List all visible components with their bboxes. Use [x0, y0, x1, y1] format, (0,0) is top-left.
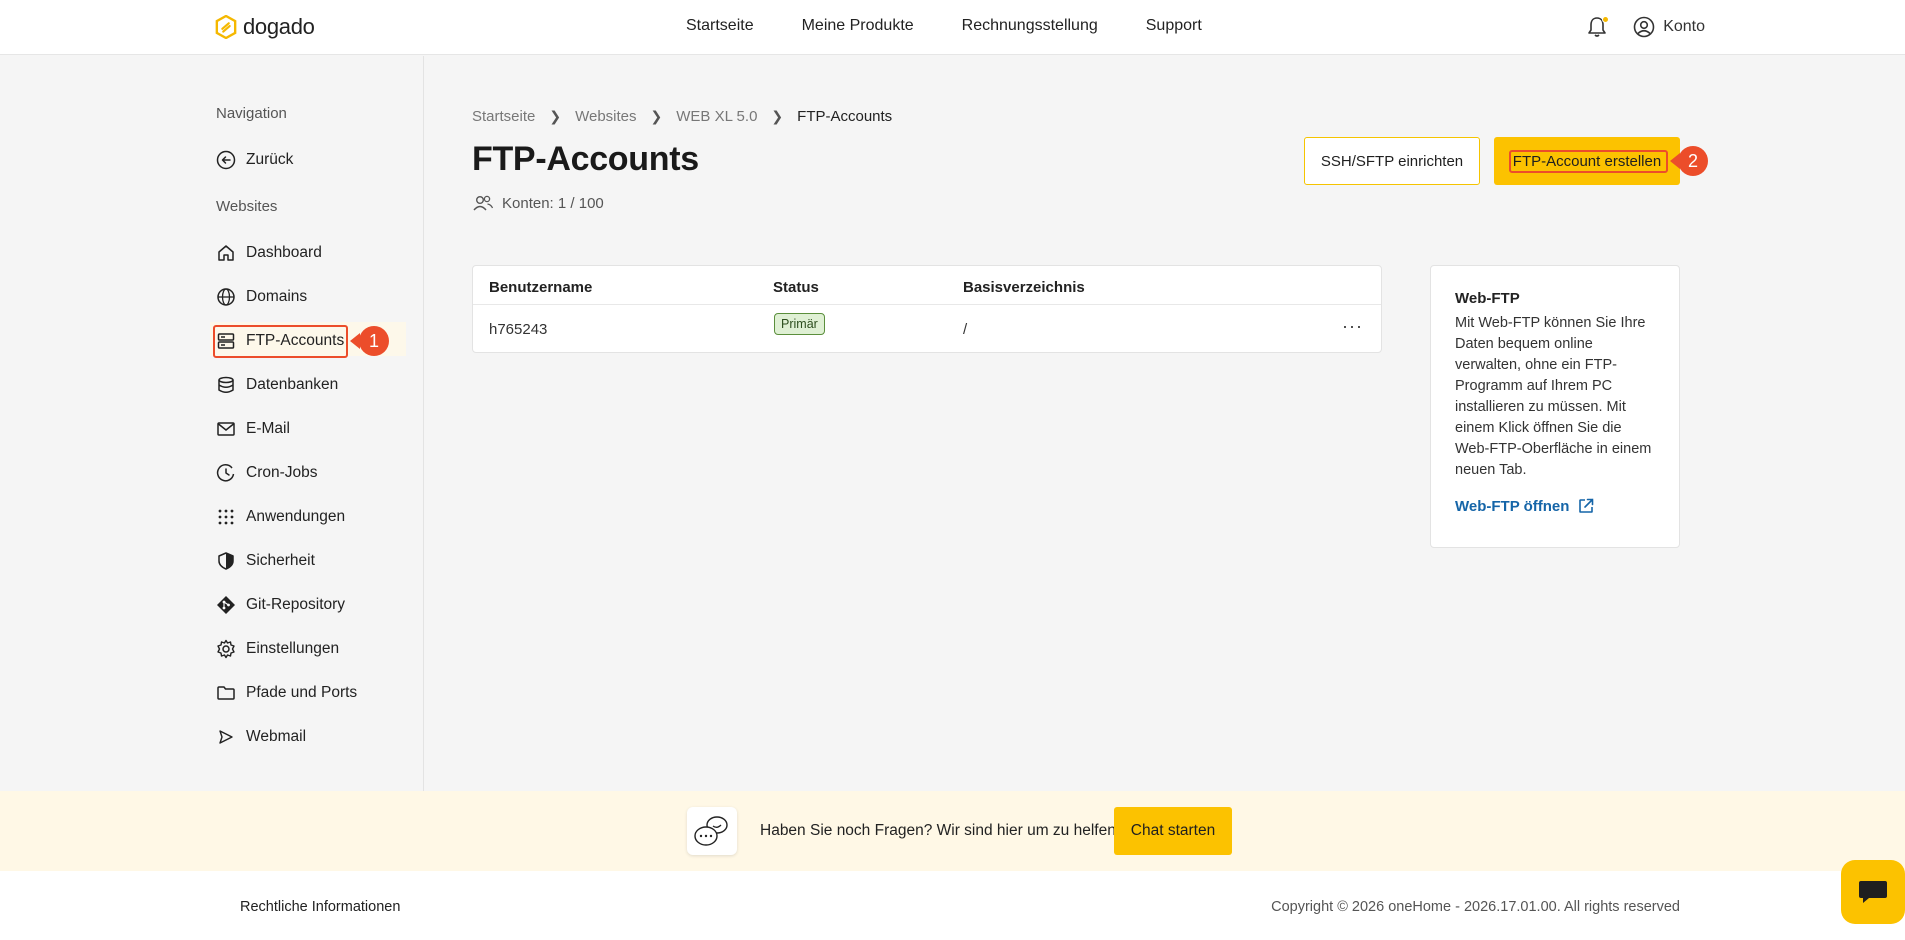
database-icon: [218, 376, 234, 393]
sidebar-section-heading: Websites: [216, 198, 278, 215]
breadcrumb-websites[interactable]: Websites: [575, 108, 636, 125]
topnav-support[interactable]: Support: [1146, 17, 1202, 35]
git-icon: [217, 596, 235, 614]
sidebar-item-datenbanken[interactable]: Datenbanken: [216, 371, 338, 399]
web-ftp-open-link[interactable]: Web-FTP öffnen: [1455, 497, 1655, 515]
folder-icon: [217, 686, 235, 700]
top-right-actions: Konto: [1587, 16, 1705, 38]
breadcrumb-web-xl[interactable]: WEB XL 5.0: [676, 108, 757, 125]
arrow-left-circle-icon: [216, 150, 236, 170]
shield-icon: [218, 552, 234, 570]
brand-name: dogado: [243, 14, 315, 39]
column-header-username: Benutzername: [489, 279, 593, 296]
sidebar-item-label: Dashboard: [246, 244, 322, 261]
grid-icon: [218, 509, 234, 525]
sidebar-nav-heading: Navigation: [216, 105, 287, 122]
sidebar-item-label: Pfade und Ports: [246, 684, 358, 701]
table-divider: [473, 304, 1381, 305]
breadcrumb: Startseite ❯ Websites ❯ WEB XL 5.0 ❯ FTP…: [472, 108, 892, 125]
sidebar-item-einstellungen[interactable]: Einstellungen: [216, 635, 339, 663]
cell-username: h765243: [489, 321, 548, 338]
clock-icon: [216, 464, 235, 482]
breadcrumb-startseite[interactable]: Startseite: [472, 108, 535, 125]
sidebar-item-label: Datenbanken: [246, 376, 339, 393]
chevron-right-icon: ❯: [650, 108, 663, 124]
legal-info-link[interactable]: Rechtliche Informationen: [240, 899, 400, 915]
sidebar-item-label: Einstellungen: [246, 640, 340, 657]
annotation-badge-1: 1: [359, 326, 389, 356]
sidebar-item-label: E-Mail: [246, 420, 290, 437]
annotation-highlight-1: [213, 325, 348, 358]
column-header-directory: Basisverzeichnis: [963, 279, 1085, 296]
chevron-right-icon: ❯: [549, 108, 562, 124]
accounts-count-text: Konten: 1 / 100: [502, 194, 604, 212]
page-title: FTP-Accounts: [472, 140, 699, 178]
web-ftp-title: Web-FTP: [1455, 290, 1520, 307]
ftp-accounts-table: Benutzername Status Basisverzeichnis h76…: [472, 265, 1382, 353]
row-actions-button[interactable]: ···: [1342, 316, 1363, 337]
chat-start-button[interactable]: Chat starten: [1114, 807, 1232, 855]
top-navigation: Startseite Meine Produkte Rechnungsstell…: [686, 17, 1202, 35]
sidebar-item-label: Webmail: [246, 728, 307, 745]
notification-dot: [1602, 16, 1610, 23]
sidebar-item-label: Cron-Jobs: [246, 464, 318, 481]
footer: Rechtliche Informationen Copyright © 202…: [0, 871, 1905, 940]
web-ftp-description: Mit Web-FTP können Sie Ihre Daten bequem…: [1455, 315, 1652, 478]
ssh-sftp-button[interactable]: SSH/SFTP einrichten: [1304, 137, 1480, 185]
sidebar-item-anwendungen[interactable]: Anwendungen: [216, 503, 345, 531]
external-link-icon: [1579, 498, 1594, 513]
annotation-highlight-2: [1509, 150, 1668, 173]
user-circle-icon: [1633, 16, 1655, 38]
web-ftp-card: Web-FTP Mit Web-FTP können Sie Ihre Date…: [1430, 265, 1680, 548]
sidebar-item-label: Git-Repository: [246, 596, 346, 613]
users-icon: [473, 195, 494, 211]
sidebar-item-sicherheit[interactable]: Sicherheit: [216, 547, 315, 575]
breadcrumb-current: FTP-Accounts: [797, 108, 893, 125]
topnav-rechnungsstellung[interactable]: Rechnungsstellung: [962, 17, 1098, 35]
sidebar-item-webmail[interactable]: Webmail: [216, 723, 306, 751]
sidebar-item-git-repository[interactable]: Git-Repository: [216, 591, 345, 619]
sidebar-item-label: Anwendungen: [246, 508, 346, 525]
accounts-count: Konten: 1 / 100: [472, 194, 604, 212]
sidebar-back-label: Zurück: [246, 151, 294, 168]
top-bar: dogado Startseite Meine Produkte Rechnun…: [0, 0, 1905, 55]
brand-logo[interactable]: dogado: [215, 14, 315, 40]
status-badge: Primär: [774, 313, 825, 335]
topnav-startseite[interactable]: Startseite: [686, 17, 754, 35]
help-bar: Haben Sie noch Fragen? Wir sind hier um …: [0, 791, 1905, 871]
annotation-badge-2: 2: [1678, 146, 1708, 176]
sidebar-back-link[interactable]: Zurück: [216, 146, 293, 174]
sidebar: Navigation Zurück Websites Dashboard Dom…: [0, 56, 424, 791]
sidebar-item-email[interactable]: E-Mail: [216, 415, 290, 443]
sidebar-item-label: Sicherheit: [246, 552, 315, 569]
sidebar-item-label: Domains: [246, 288, 308, 305]
cell-directory: /: [963, 321, 968, 338]
account-label: Konto: [1663, 18, 1705, 35]
chat-help-icon: [687, 807, 737, 855]
topnav-meine-produkte[interactable]: Meine Produkte: [802, 17, 914, 35]
account-menu[interactable]: Konto: [1633, 16, 1705, 38]
mail-icon: [217, 422, 235, 436]
home-icon: [218, 245, 234, 261]
column-header-status: Status: [773, 279, 819, 296]
copyright-text: Copyright © 2026 oneHome - 2026.17.01.00…: [1271, 899, 1680, 915]
web-ftp-link-label: Web-FTP öffnen: [1455, 497, 1570, 515]
help-text: Haben Sie noch Fragen? Wir sind hier um …: [760, 822, 1121, 839]
sidebar-item-dashboard[interactable]: Dashboard: [216, 239, 322, 267]
chevron-right-icon: ❯: [771, 108, 784, 124]
gear-icon: [217, 639, 235, 659]
sidebar-item-pfade-und-ports[interactable]: Pfade und Ports: [216, 679, 357, 707]
globe-icon: [217, 288, 235, 306]
logo-icon: [215, 15, 237, 39]
sidebar-item-cron-jobs[interactable]: Cron-Jobs: [216, 459, 318, 487]
sidebar-item-domains[interactable]: Domains: [216, 283, 307, 311]
send-icon: [219, 730, 233, 744]
notifications-button[interactable]: [1587, 16, 1610, 38]
main-content: Startseite ❯ Websites ❯ WEB XL 5.0 ❯ FTP…: [424, 56, 1905, 791]
chat-widget-button[interactable]: [1841, 860, 1905, 924]
chat-icon: [1859, 881, 1887, 903]
